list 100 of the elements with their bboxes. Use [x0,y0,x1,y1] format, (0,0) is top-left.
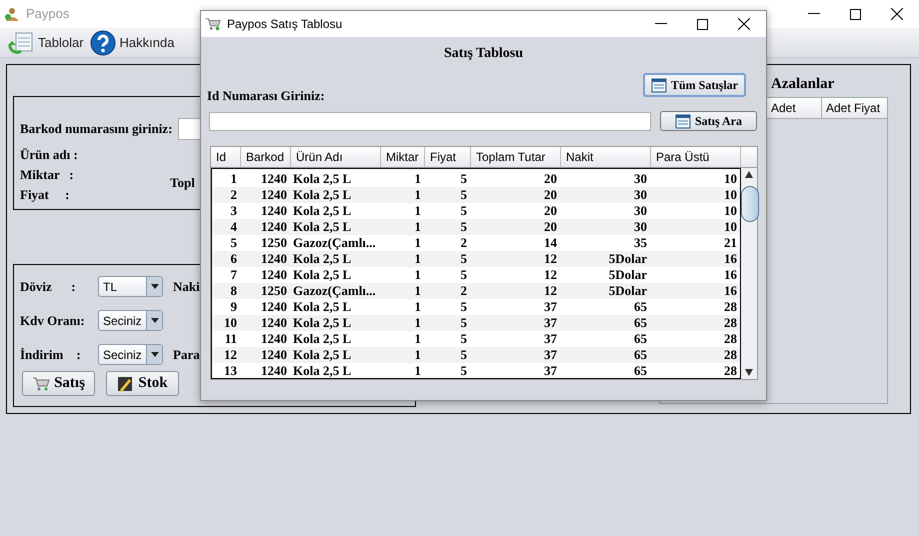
table-cell-text: Kola 2,5 L [292,330,352,348]
table-cell-text: 5 [460,186,468,204]
column-header[interactable]: Ürün Adı [291,147,381,167]
table-cell-text: Kola 2,5 L [292,346,352,364]
table-cell-text: 1 [414,362,422,378]
column-header[interactable]: Id [211,147,241,167]
table-cell-text: 3 [230,202,238,220]
table-cell-text: 37 [543,362,558,378]
table-cell-text: 28 [723,314,738,332]
table-cell-text: 2 [460,234,468,252]
all-sales-button[interactable]: Tüm Satışlar [643,73,746,97]
id-field[interactable] [209,112,651,130]
window-title: Paypos Satış Tablosu [227,16,342,33]
scrollbar[interactable] [741,168,757,379]
table-row[interactable]: 8 1250 Gazoz(Çamlı... 1 2 12 5Dolar 16 [212,283,740,299]
table-cell-text: 5 [460,362,468,378]
table-cell-text: 1240 [260,330,288,348]
action-button[interactable]: Stok [106,371,179,396]
dropdown[interactable]: TL [98,276,163,297]
table-cell-text: 1240 [260,362,288,378]
column-header[interactable]: Miktar [381,147,425,167]
table-cell-text: 21 [723,234,738,252]
table-cell-text: 1 [414,202,422,220]
table-cell-text: 1240 [260,266,288,284]
table-cell-text: 1 [414,298,422,316]
action-button[interactable]: Satış [22,371,95,396]
table-cell-text: 1 [414,170,422,188]
table-cell-text: 9 [230,298,238,316]
table-cell-text: 8 [230,282,238,300]
help-icon [90,30,116,56]
table-cell-text: Gazoz(Çamlı... [292,282,377,300]
table-cell-text: 1 [414,282,422,300]
dropdown[interactable]: Seciniz [98,310,163,331]
table-cell-text: 1 [414,266,422,284]
table-cell-text: 5 [460,266,468,284]
table-cell-text: 10 [723,218,738,236]
table-cell-text: 10 [723,186,738,204]
table-cell-text: 10 [723,202,738,220]
column-header[interactable]: Nakit [561,147,651,167]
column-header[interactable]: Para Üstü [651,147,741,167]
table-cell-text: 30 [633,218,648,236]
dropdown[interactable]: Seciniz [98,344,163,365]
table-cell-text: 5Dolar [608,266,648,284]
table-cell-text: 20 [543,202,558,220]
table-cell-text: 12 [223,346,238,364]
table-cell-text: Kola 2,5 L [292,266,352,284]
search-sale-button[interactable]: Satış Ara [660,111,757,131]
table-cell-text: 65 [633,298,648,316]
caret-icon [150,284,158,289]
scroll-thumb[interactable] [741,186,759,222]
caret-icon [150,318,158,323]
total-label: Topl [170,174,195,192]
table-cell-text: 5 [230,234,238,252]
toolbar-button[interactable]: Tablolar [8,30,84,54]
minimize-icon[interactable] [808,13,820,15]
table-cell-text: 28 [723,330,738,348]
table-row[interactable]: 4 1240 Kola 2,5 L 1 5 20 30 10 [212,219,740,235]
table-cell-text: Kola 2,5 L [292,218,352,236]
arrow-up-icon[interactable] [745,171,753,178]
table-cell-text: 1 [414,234,422,252]
minimize-icon[interactable] [655,23,667,25]
table-cell-text: 20 [543,186,558,204]
arrow-down-icon[interactable] [745,369,753,376]
table-cell-text: 28 [723,362,738,378]
close-icon[interactable] [891,8,903,20]
column-header[interactable]: Barkod [241,147,291,167]
table-cell-text: 5 [460,346,468,364]
table-cell-text: 1 [414,186,422,204]
maximize-icon[interactable] [850,8,861,20]
table-cell-text: 37 [543,298,558,316]
table-row[interactable]: 12 1240 Kola 2,5 L 1 5 37 65 28 [212,347,740,363]
table-cell-text: 1 [414,346,422,364]
table-cell-text: 1250 [260,282,288,300]
table-refresh-icon [8,30,34,54]
maximize-icon[interactable] [697,18,708,30]
table-cell-text: 30 [633,170,648,188]
table-cell-text: 1240 [260,314,288,332]
field-label: İndirim : [20,346,82,364]
table-cell-text: 1 [414,330,422,348]
table-cell-text: 30 [633,202,648,220]
table-cell-text: 10 [723,170,738,188]
table-row[interactable]: 10 1240 Kola 2,5 L 1 5 37 65 28 [212,315,740,331]
barcode-label: Barkod numarasını giriniz: [20,120,172,138]
table-row[interactable]: 2 1240 Kola 2,5 L 1 5 20 30 10 [212,187,740,203]
table-cell-text: 1240 [260,346,288,364]
column-header[interactable]: Toplam Tutar [471,147,561,167]
table-cell-text: Kola 2,5 L [292,298,352,316]
field-label: Naki [173,278,200,296]
table-cell-text: 65 [633,362,648,378]
toolbar-button[interactable]: Hakkında [90,30,174,56]
table-row[interactable]: 6 1240 Kola 2,5 L 1 5 12 5Dolar 16 [212,251,740,267]
table-cell-text: 16 [723,250,738,268]
table-icon [650,78,667,92]
field-label: Fiyat : [20,186,70,201]
close-icon[interactable] [738,18,750,30]
column-header[interactable]: Adet Fiyat [821,98,887,118]
table-cell-text: 2 [460,282,468,300]
table-cell-text: 7 [230,266,238,284]
column-header[interactable]: Fiyat [425,147,471,167]
table-cell-text: 5 [460,218,468,236]
